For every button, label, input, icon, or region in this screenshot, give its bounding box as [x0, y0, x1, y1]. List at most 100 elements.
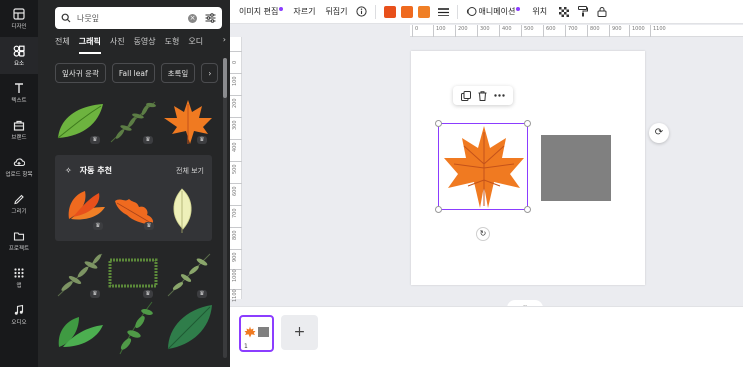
rail-item-text[interactable]: 텍스트 [0, 74, 38, 111]
premium-crown-icon: ♛ [197, 136, 207, 144]
search-value: 나뭇잎 [77, 13, 100, 23]
ruler-tick: 100 [230, 73, 242, 86]
thumbnail-square [258, 327, 269, 337]
layout-icon [13, 7, 26, 20]
info-icon[interactable] [355, 6, 367, 17]
chip-fall-leaf[interactable]: Fall leaf [111, 63, 155, 83]
ruler-tick: 700 [230, 205, 242, 218]
rail-item-design[interactable]: 디자인 [0, 0, 38, 37]
color-swatch-2[interactable] [400, 5, 413, 18]
refresh-icon[interactable]: ⟳ [649, 123, 669, 143]
pages-bar: 1 + [230, 306, 743, 367]
add-page-button[interactable]: + [281, 315, 318, 350]
premium-crown-icon: ♛ [143, 290, 153, 298]
resize-handle-sw[interactable] [435, 206, 442, 213]
ruler-vertical: 0 100 200 300 400 500 600 700 800 900 10… [230, 37, 242, 302]
rail-item-projects[interactable]: 프로젝트 [0, 222, 38, 259]
tab-shapes[interactable]: 도형 [165, 36, 180, 54]
rail-item-audio[interactable]: 오디오 [0, 296, 38, 333]
tab-photos[interactable]: 사진 [110, 36, 125, 54]
lock-icon[interactable] [597, 6, 607, 17]
draw-icon [13, 192, 26, 205]
ruler-tick: 400 [230, 139, 242, 152]
elements-panel: 나뭇잎 × 전체 그래픽 사진 동영상 도형 오디 › 잎사귀 윤곽 Fall … [38, 0, 230, 367]
crop-label: 자르기 [293, 7, 316, 16]
ruler-tick: 1100 [650, 25, 666, 37]
ruler-tick: 600 [543, 25, 556, 37]
rail-label: 업로드 항목 [5, 172, 33, 178]
resize-handle-nw[interactable] [435, 120, 442, 127]
premium-crown-icon: ♛ [93, 222, 103, 230]
tab-graphics[interactable]: 그래픽 [78, 36, 101, 54]
scrollbar-thumb[interactable] [223, 58, 227, 98]
position-label: 위치 [532, 7, 548, 16]
premium-crown-icon: ♛ [197, 290, 207, 298]
rotate-handle-icon[interactable]: ↻ [476, 227, 490, 241]
ruler-tick: 400 [499, 25, 512, 37]
page-thumbnail[interactable]: 1 [239, 315, 274, 352]
trash-icon[interactable] [478, 90, 487, 101]
flip-label: 뒤집기 [325, 7, 348, 16]
brand-icon [13, 118, 26, 131]
chevron-right-icon[interactable]: › [223, 35, 226, 44]
folder-icon [13, 229, 26, 242]
page-number: 1 [244, 343, 248, 350]
rail-label: 프로젝트 [8, 246, 30, 252]
graphic-two-green-leaves[interactable] [55, 313, 105, 349]
crop-button[interactable]: 자르기 [293, 6, 315, 17]
paint-roller-icon[interactable] [578, 6, 589, 17]
ruler-horizontal: 0 100 200 300 400 500 600 700 800 900 10… [410, 25, 743, 37]
graphic-orange-leaf[interactable] [63, 189, 107, 225]
panel-scrollbar[interactable] [223, 58, 227, 358]
search-input[interactable]: 나뭇잎 × [55, 7, 222, 29]
rail-label: 그리기 [11, 209, 27, 215]
chip-more-arrow[interactable]: › [201, 63, 219, 83]
rail-label: 오디오 [11, 320, 27, 326]
rail-item-apps[interactable]: 앱 [0, 259, 38, 296]
apps-icon [13, 266, 26, 279]
tab-videos[interactable]: 동영상 [134, 36, 156, 54]
upload-icon [13, 155, 26, 168]
graphic-leaf-frame[interactable] [108, 258, 158, 288]
position-button[interactable]: 위치 [532, 6, 547, 17]
edit-image-button[interactable]: 이미지 편집 [239, 6, 284, 17]
context-toolbar [453, 86, 513, 105]
resize-handle-ne[interactable] [524, 120, 531, 127]
filter-icon[interactable] [205, 13, 216, 23]
tab-all[interactable]: 전체 [55, 36, 70, 54]
rail-label: 요소 [13, 61, 25, 67]
rail-item-uploads[interactable]: 업로드 항목 [0, 148, 38, 185]
rail-item-draw[interactable]: 그리기 [0, 185, 38, 222]
toolbar-divider [374, 4, 376, 19]
transparency-icon[interactable] [559, 6, 570, 17]
duplicate-icon[interactable] [460, 90, 471, 101]
new-badge-dot [516, 6, 521, 11]
chip-leaf-outline[interactable]: 잎사귀 윤곽 [55, 63, 106, 83]
ruler-tick: 1100 [230, 289, 242, 302]
animate-label: 애니메이션 [478, 7, 516, 16]
ruler-tick: 900 [230, 249, 242, 262]
see-all-link[interactable]: 전체 보기 [176, 166, 204, 176]
chip-green-leaf[interactable]: 초록잎 [160, 63, 196, 83]
animate-button[interactable]: 애니메이션 [466, 6, 521, 17]
graphic-eucalyptus-branch[interactable] [112, 300, 158, 356]
ruler-tick: 800 [587, 25, 600, 37]
clear-search-icon[interactable]: × [188, 13, 197, 23]
graphic-dark-green-leaf[interactable] [164, 303, 214, 351]
new-badge-dot [279, 6, 284, 11]
rail-label: 텍스트 [11, 98, 27, 104]
resize-handle-se[interactable] [524, 206, 531, 213]
rail-item-brand[interactable]: 브랜드 [0, 111, 38, 148]
border-style-icon[interactable] [437, 7, 449, 17]
color-swatch-3[interactable] [417, 5, 430, 18]
edit-image-label: 이미지 편집 [239, 7, 279, 16]
more-options-icon[interactable] [494, 94, 506, 97]
rail-item-elements[interactable]: 요소 [0, 37, 38, 74]
flip-button[interactable]: 뒤집기 [325, 6, 347, 17]
toolbar-divider [456, 4, 458, 19]
graphic-green-leaf[interactable] [55, 102, 105, 140]
color-swatch-1[interactable] [383, 5, 396, 18]
canvas-gray-square[interactable] [541, 135, 611, 201]
graphic-pale-leaf[interactable] [167, 187, 197, 233]
tab-audio[interactable]: 오디 [188, 36, 203, 54]
